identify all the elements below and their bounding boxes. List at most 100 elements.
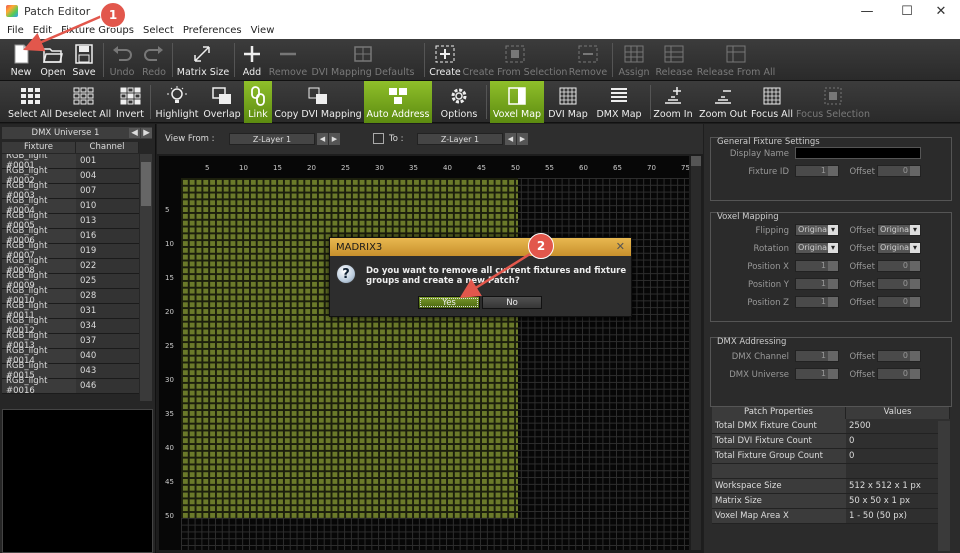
- fixture-groups-list[interactable]: [2, 409, 153, 553]
- position-y-stepper[interactable]: 1: [795, 278, 839, 290]
- patched-fixtures-grid[interactable]: [181, 178, 518, 518]
- toolbar-separator: [150, 85, 151, 119]
- canvas-scrollbar[interactable]: [691, 156, 701, 550]
- select-all-button[interactable]: Select All: [8, 81, 52, 123]
- display-name-input[interactable]: [795, 147, 921, 159]
- focus-all-button[interactable]: Focus All: [750, 81, 794, 123]
- menu-edit[interactable]: Edit: [33, 25, 52, 36]
- fixture-channel: 007: [76, 184, 139, 198]
- close-button[interactable]: ✕: [924, 0, 958, 22]
- focus-selection-icon: [824, 87, 842, 105]
- zoom-in-button[interactable]: Zoom In: [652, 81, 694, 123]
- fixture-id-offset-stepper[interactable]: 0: [877, 165, 921, 177]
- remove-fixture-button[interactable]: Remove: [268, 39, 308, 81]
- position-y-offset-stepper[interactable]: 0: [877, 278, 921, 290]
- fixture-list-panel: DMX Universe 1 ◀ ▶ Fixture Channel RGB_l…: [0, 124, 156, 553]
- voxel-map-button[interactable]: Voxel Map: [490, 81, 544, 123]
- universe-prev-icon[interactable]: ◀: [129, 128, 140, 138]
- channel-column-header[interactable]: Channel: [76, 142, 139, 153]
- menu-file[interactable]: File: [7, 25, 24, 36]
- dvi-map-button[interactable]: DVI Map: [546, 81, 590, 123]
- copy-dvi-mapping-button[interactable]: Copy DVI Mapping: [274, 81, 362, 123]
- patch-property-row[interactable]: [712, 464, 950, 479]
- universe-selector[interactable]: DMX Universe 1 ◀ ▶: [2, 127, 152, 139]
- fixture-row[interactable]: RGB_light #0016 046: [2, 376, 139, 396]
- dmx-channel-stepper[interactable]: 1: [795, 350, 839, 362]
- dmx-map-button[interactable]: DMX Map: [592, 81, 646, 123]
- deselect-all-button[interactable]: Deselect All: [54, 81, 112, 123]
- layer-lock-icon[interactable]: [373, 133, 384, 144]
- focus-selection-button[interactable]: Focus Selection: [796, 81, 870, 123]
- undo-button[interactable]: Undo: [107, 39, 137, 81]
- patch-properties-header: Patch Properties Values: [712, 407, 950, 419]
- patch-property-row[interactable]: Total DMX Fixture Count 2500: [712, 419, 950, 434]
- save-button[interactable]: Save: [70, 39, 98, 81]
- position-x-offset-stepper[interactable]: 0: [877, 260, 921, 272]
- rotation-select[interactable]: Original: [795, 242, 839, 254]
- scroll-up-icon[interactable]: [691, 156, 701, 166]
- view-to-next-icon[interactable]: ▶: [517, 133, 528, 145]
- dvi-mapping-defaults-button[interactable]: DVI Mapping Defaults: [312, 39, 414, 81]
- matrix-size-button[interactable]: Matrix Size: [176, 39, 230, 81]
- dmx-universe-offset-stepper[interactable]: 0: [877, 368, 921, 380]
- patch-property-row[interactable]: Voxel Map Area X1 - 50 (50 px): [712, 509, 950, 524]
- no-button[interactable]: No: [482, 296, 542, 309]
- patch-properties-scrollbar[interactable]: [938, 421, 950, 551]
- flipping-select[interactable]: Original: [795, 224, 839, 236]
- view-from-next-icon[interactable]: ▶: [329, 133, 340, 145]
- patch-property-row[interactable]: Matrix Size 50 x 50 x 1 px: [712, 494, 950, 509]
- flipping-offset-select[interactable]: Original: [877, 224, 921, 236]
- auto-address-button[interactable]: Auto Address: [364, 81, 432, 123]
- fixture-channel: 025: [76, 274, 139, 288]
- patch-property-row[interactable]: Total DVI Fixture Count 0: [712, 434, 950, 449]
- plus-icon: [244, 46, 260, 62]
- view-to-prev-icon[interactable]: ◀: [505, 133, 516, 145]
- release-from-all-button[interactable]: Release From All: [696, 39, 776, 81]
- link-button[interactable]: Link: [244, 81, 272, 123]
- link-icon: [251, 86, 265, 106]
- highlight-button[interactable]: Highlight: [154, 81, 200, 123]
- menu-bar: File Edit Fixture Groups Select Preferen…: [0, 22, 960, 39]
- patch-property-row[interactable]: Workspace Size 512 x 512 x 1 px: [712, 479, 950, 494]
- remove-group-button[interactable]: Remove: [568, 39, 608, 81]
- main-toolbar: New Open Save Undo Redo Matrix Size Add …: [0, 39, 960, 81]
- create-from-selection-button[interactable]: Create From Selection: [463, 39, 567, 81]
- scrollbar-thumb[interactable]: [141, 162, 151, 206]
- dialog-close-icon[interactable]: ✕: [616, 240, 625, 253]
- fixture-column-header[interactable]: Fixture: [2, 142, 76, 153]
- y-tick-label: 25: [165, 342, 174, 350]
- release-button[interactable]: Release: [654, 39, 694, 81]
- universe-next-icon[interactable]: ▶: [141, 128, 152, 138]
- options-button[interactable]: Options: [438, 81, 480, 123]
- position-z-offset-stepper[interactable]: 0: [877, 296, 921, 308]
- menu-fixture-groups[interactable]: Fixture Groups: [61, 25, 134, 36]
- redo-button[interactable]: Redo: [139, 39, 169, 81]
- voxel-map-canvas[interactable]: 5 10 15 20 25 30 35 40 45 50 55 60 65 70 75 5 10 15 20 25 3…: [159, 156, 689, 550]
- new-button[interactable]: New: [6, 39, 36, 81]
- fixture-list-scrollbar[interactable]: [140, 154, 152, 401]
- position-z-stepper[interactable]: 1: [795, 296, 839, 308]
- position-x-stepper[interactable]: 1: [795, 260, 839, 272]
- menu-select[interactable]: Select: [143, 25, 174, 36]
- dmx-channel-offset-stepper[interactable]: 0: [877, 350, 921, 362]
- dmx-universe-stepper[interactable]: 1: [795, 368, 839, 380]
- menu-preferences[interactable]: Preferences: [183, 25, 242, 36]
- menu-view[interactable]: View: [251, 25, 275, 36]
- patch-property-row[interactable]: Total Fixture Group Count 0: [712, 449, 950, 464]
- add-fixture-button[interactable]: Add: [238, 39, 266, 81]
- view-from-prev-icon[interactable]: ◀: [317, 133, 328, 145]
- invert-button[interactable]: Invert: [114, 81, 146, 123]
- rotation-offset-select[interactable]: Original: [877, 242, 921, 254]
- view-from-select[interactable]: Z-Layer 1: [229, 133, 315, 145]
- yes-button[interactable]: Yes: [418, 296, 480, 309]
- fixture-id-stepper[interactable]: 1: [795, 165, 839, 177]
- open-button[interactable]: Open: [38, 39, 68, 81]
- minimize-button[interactable]: —: [850, 0, 884, 22]
- maximize-button[interactable]: ☐: [890, 0, 924, 22]
- create-group-button[interactable]: Create: [428, 39, 462, 81]
- view-to-select[interactable]: Z-Layer 1: [417, 133, 503, 145]
- zoom-out-button[interactable]: Zoom Out: [698, 81, 748, 123]
- overlap-button[interactable]: Overlap: [202, 81, 242, 123]
- property-name: Matrix Size: [712, 494, 846, 508]
- assign-button[interactable]: Assign: [616, 39, 652, 81]
